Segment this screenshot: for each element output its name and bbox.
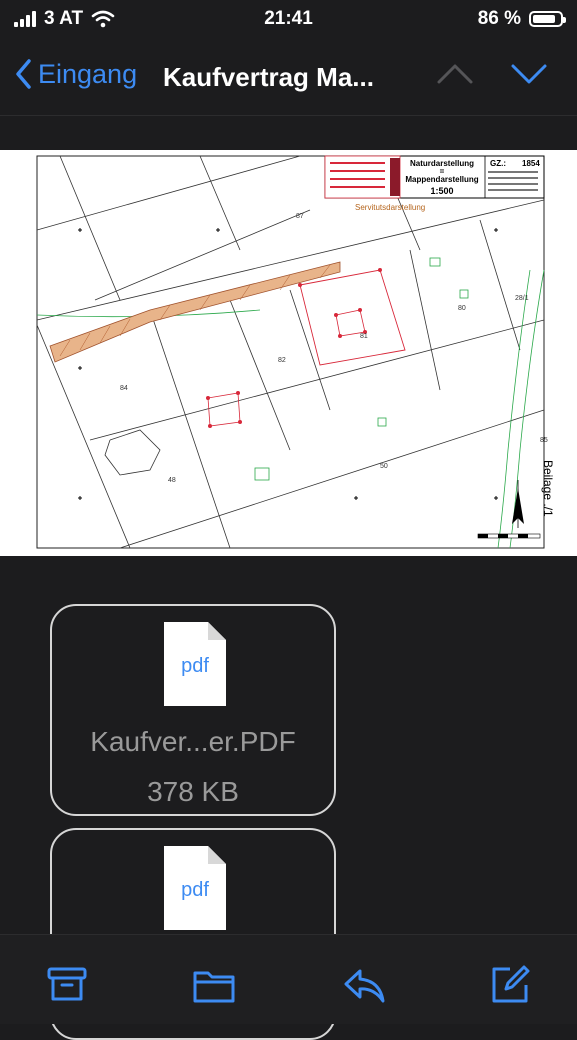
folder-icon[interactable] — [192, 963, 236, 1007]
next-message-button[interactable] — [510, 62, 548, 86]
status-bar: 3 AT 21:41 86 % — [0, 0, 577, 40]
attachment-filesize: 378 KB — [147, 776, 239, 807]
plan-beilage: Beilage ./1 — [541, 460, 555, 517]
parcel-number: 80 — [458, 305, 466, 312]
pdf-file-icon: pdf — [164, 846, 226, 930]
navigation-bar: Eingang Kaufvertrag Ma... — [0, 40, 577, 116]
plan-header-line2: Mappendarstellung — [405, 175, 478, 184]
battery-icon — [529, 11, 566, 27]
pdf-file-icon: pdf — [164, 622, 226, 706]
parcel-number: 85 — [540, 437, 548, 444]
parcel-number: 48 — [168, 477, 176, 484]
previous-message-button[interactable] — [436, 62, 474, 86]
compose-icon[interactable] — [488, 963, 532, 1007]
battery-fill — [533, 15, 556, 23]
back-button[interactable]: Eingang — [14, 58, 137, 90]
parcel-number: 82 — [278, 357, 286, 364]
parcel-number: 28/1 — [515, 295, 529, 302]
archive-icon[interactable] — [45, 963, 89, 1007]
site-plan-image[interactable]: Naturdarstellung = Mappendarstellung 1:5… — [0, 150, 577, 556]
parcel-number: 87 — [296, 213, 304, 220]
attachment-filename: Kaufver...er.PDF — [90, 726, 296, 757]
message-title: Kaufvertrag Ma... — [163, 62, 374, 92]
battery-percent: 86 % — [477, 8, 521, 29]
plan-scale: 1:500 — [430, 186, 453, 196]
file-type-label: pdf — [181, 655, 209, 677]
scale-bar — [477, 533, 541, 539]
plan-gz-value: 1854 — [522, 159, 540, 168]
parcel-number: 84 — [120, 385, 128, 392]
plan-gz-label: GZ.: — [490, 159, 506, 168]
back-label: Eingang — [38, 58, 138, 89]
plan-servitut-label: Servitutsdarstellung — [355, 203, 425, 212]
parcel-number: 81 — [360, 333, 368, 340]
file-type-label: pdf — [181, 879, 209, 901]
chevron-left-icon — [16, 59, 31, 89]
attachment-card[interactable]: pdf Kaufver...er.PDF 378 KB — [50, 604, 336, 816]
reply-icon[interactable] — [342, 963, 386, 1007]
bottom-toolbar — [0, 934, 577, 1024]
status-right: 86 % — [477, 8, 566, 30]
parcel-number: 50 — [380, 463, 388, 470]
